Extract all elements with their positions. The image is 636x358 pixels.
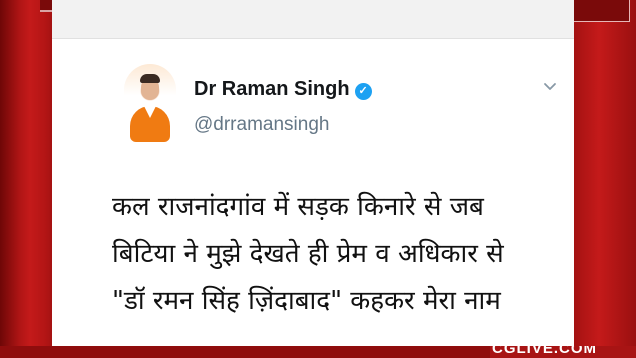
chevron-down-icon[interactable] <box>542 78 558 94</box>
broadcast-frame: Dr Raman Singh ✓ @drramansingh कल राजनांद… <box>0 0 636 358</box>
author-name[interactable]: Dr Raman Singh ✓ <box>194 78 372 101</box>
verified-badge-icon: ✓ <box>354 83 372 100</box>
frame-right-border <box>574 0 636 358</box>
tweet-text: कल राजनांदगांव में सड़क किनारे से जब बिट… <box>112 184 572 358</box>
channel-logo-text: CGLIVE.COM <box>492 346 598 357</box>
avatar-hair <box>140 74 160 83</box>
channel-logo: CGLIVE.COM <box>490 346 636 358</box>
card-top-strip <box>52 0 574 39</box>
tweet-text-line: बिटिया ने मुझे देखते ही प्रेम व अधिकार स… <box>112 239 504 269</box>
tweet[interactable]: Dr Raman Singh ✓ @drramansingh कल राजनांद… <box>52 40 574 358</box>
avatar[interactable] <box>124 64 176 154</box>
author-name-text[interactable]: Dr Raman Singh <box>194 78 350 100</box>
tweet-card: Dr Raman Singh ✓ @drramansingh कल राजनांद… <box>52 0 574 358</box>
author-handle[interactable]: @drramansingh <box>194 114 329 136</box>
tweet-text-line: कल राजनांदगांव में सड़क किनारे से जब <box>112 192 484 222</box>
tweet-text-line: "डॉ रमन सिंह ज़िंदाबाद" कहकर मेरा नाम <box>112 286 501 316</box>
